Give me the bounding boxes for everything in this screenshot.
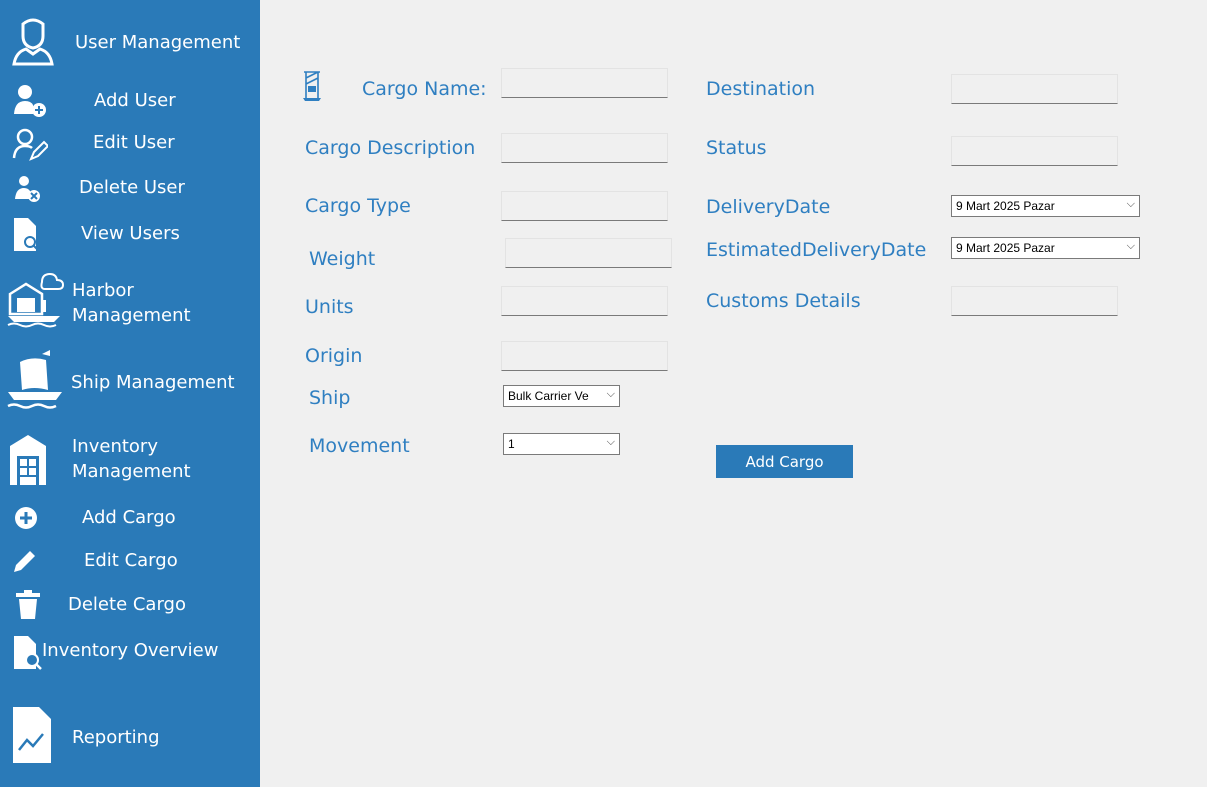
destination-label: Destination bbox=[706, 78, 816, 100]
user-icon bbox=[12, 18, 54, 66]
report-chart-icon bbox=[13, 707, 51, 763]
sidebar-item-delete-user[interactable]: Delete User bbox=[0, 173, 260, 205]
status-field[interactable] bbox=[951, 136, 1118, 166]
edit-user-icon bbox=[12, 128, 48, 161]
weight-field[interactable] bbox=[505, 238, 672, 268]
movement-select-value: 1 bbox=[508, 437, 515, 451]
sidebar-item-delete-cargo[interactable]: Delete Cargo bbox=[0, 590, 260, 620]
sidebar-label: Edit Cargo bbox=[84, 550, 178, 571]
origin-label: Origin bbox=[305, 345, 363, 367]
sidebar-label: Management bbox=[72, 305, 191, 326]
warehouse-icon bbox=[10, 435, 46, 485]
cargo-form: Cargo Name: Cargo Description Cargo Type… bbox=[260, 0, 1207, 787]
destination-field[interactable] bbox=[951, 74, 1118, 104]
cargo-description-label: Cargo Description bbox=[305, 137, 476, 159]
estimated-delivery-date-value: 9 Mart 2025 Pazar bbox=[956, 241, 1055, 255]
sidebar-item-add-cargo[interactable]: Add Cargo bbox=[0, 503, 260, 533]
file-search-icon bbox=[14, 636, 42, 670]
chevron-down-icon: ⌵ bbox=[606, 388, 615, 400]
sidebar-item-harbor-management[interactable]: Harbor Management bbox=[0, 272, 260, 332]
estimated-delivery-date-picker[interactable]: 9 Mart 2025 Pazar ⌵ bbox=[951, 237, 1140, 259]
units-label: Units bbox=[305, 296, 354, 318]
sidebar-label: User Management bbox=[75, 32, 241, 53]
delivery-date-picker[interactable]: 9 Mart 2025 Pazar ⌵ bbox=[951, 195, 1140, 217]
sidebar-label: Management bbox=[72, 461, 191, 482]
delete-user-icon bbox=[15, 176, 40, 202]
sidebar-label: Inventory Overview bbox=[42, 640, 219, 661]
plus-circle-icon bbox=[15, 507, 37, 529]
sidebar-item-reporting[interactable]: Reporting bbox=[0, 706, 260, 764]
cargo-name-label: Cargo Name: bbox=[362, 78, 487, 100]
sidebar-label: View Users bbox=[81, 223, 180, 244]
add-user-icon bbox=[14, 85, 46, 117]
weight-label: Weight bbox=[309, 248, 376, 270]
sidebar: User Management Add User Edit User Delet… bbox=[0, 0, 260, 787]
units-field[interactable] bbox=[501, 286, 668, 316]
harbor-icon bbox=[7, 272, 64, 328]
sidebar-label: Add Cargo bbox=[82, 507, 176, 528]
sidebar-item-edit-user[interactable]: Edit User bbox=[0, 128, 260, 162]
origin-field[interactable] bbox=[501, 341, 668, 371]
cargo-name-field[interactable] bbox=[501, 68, 668, 98]
sidebar-item-ship-management[interactable]: Ship Management bbox=[0, 348, 260, 412]
trash-icon bbox=[16, 590, 40, 619]
cargo-description-field[interactable] bbox=[501, 133, 668, 163]
ship-select-value: Bulk Carrier Ve bbox=[508, 389, 589, 403]
chevron-down-icon: ⌵ bbox=[1126, 240, 1135, 252]
chevron-down-icon: ⌵ bbox=[606, 436, 615, 448]
chevron-down-icon: ⌵ bbox=[1126, 198, 1135, 210]
sidebar-label: Delete Cargo bbox=[68, 594, 186, 615]
sidebar-item-user-management[interactable]: User Management bbox=[0, 10, 260, 70]
sidebar-item-inventory-management[interactable]: Inventory Management bbox=[0, 430, 260, 490]
delivery-date-value: 9 Mart 2025 Pazar bbox=[956, 199, 1055, 213]
cargo-type-field[interactable] bbox=[501, 191, 668, 221]
sidebar-label: Add User bbox=[94, 90, 176, 111]
sidebar-item-add-user[interactable]: Add User bbox=[0, 84, 260, 118]
add-cargo-button[interactable]: Add Cargo bbox=[716, 445, 853, 478]
movement-label: Movement bbox=[309, 435, 410, 457]
status-label: Status bbox=[706, 137, 767, 159]
pencil-icon bbox=[14, 551, 35, 572]
estimated-delivery-date-label: EstimatedDeliveryDate bbox=[706, 239, 927, 261]
sidebar-label: Harbor bbox=[72, 280, 134, 301]
customs-details-field[interactable] bbox=[951, 286, 1118, 316]
sidebar-item-inventory-overview[interactable]: Inventory Overview bbox=[0, 634, 260, 670]
sidebar-label: Ship Management bbox=[71, 372, 235, 393]
sidebar-label: Delete User bbox=[79, 177, 185, 198]
sidebar-item-view-users[interactable]: View Users bbox=[0, 217, 260, 253]
cargo-type-label: Cargo Type bbox=[305, 195, 411, 217]
delivery-date-label: DeliveryDate bbox=[706, 196, 831, 218]
sidebar-label: Inventory bbox=[72, 436, 158, 457]
file-search-icon bbox=[14, 218, 39, 251]
ship-label: Ship bbox=[309, 387, 351, 409]
ship-select[interactable]: Bulk Carrier Ve ⌵ bbox=[503, 385, 620, 407]
movement-select[interactable]: 1 ⌵ bbox=[503, 433, 620, 455]
customs-details-label: Customs Details bbox=[706, 290, 861, 312]
ship-icon bbox=[7, 350, 62, 409]
sidebar-item-edit-cargo[interactable]: Edit Cargo bbox=[0, 546, 260, 576]
sidebar-label: Reporting bbox=[72, 727, 160, 748]
sidebar-label: Edit User bbox=[93, 132, 175, 153]
port-crane-icon bbox=[303, 71, 321, 101]
